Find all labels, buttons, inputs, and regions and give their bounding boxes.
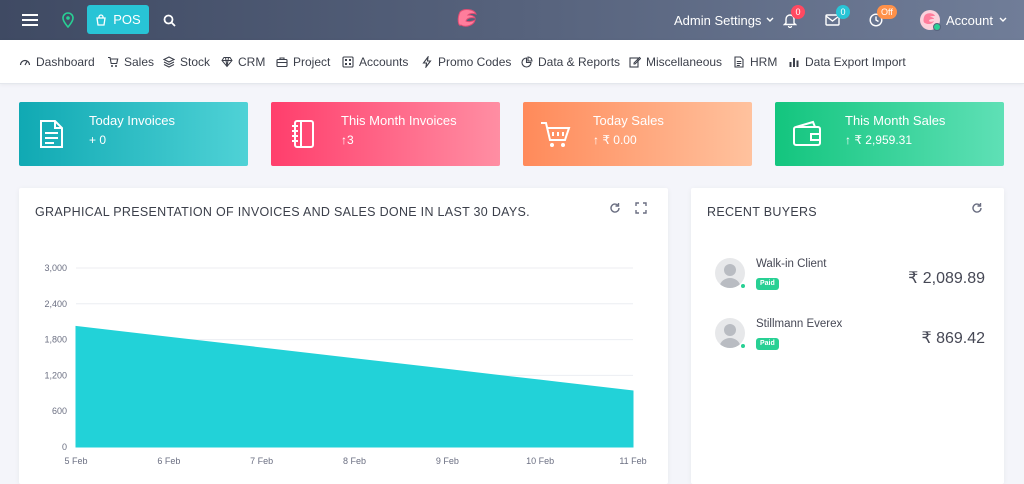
notebook-icon [292,120,314,148]
clock-status-badge: Off [877,5,897,19]
admin-settings-label: Admin Settings [674,12,762,28]
x-tick-label: 10 Feb [526,456,554,466]
nav-item-miscellaneous[interactable]: Miscellaneous [629,40,722,84]
file-icon [734,56,744,68]
y-tick-label: 3,000 [44,263,67,273]
main-navigation: Dashboard Sales Stock CRM Project Accoun… [0,40,1024,84]
cart-icon [108,56,119,67]
shopping-bag-icon [96,13,107,26]
today-sales-card[interactable]: Today Sales ↑ ₹ 0.00 [523,102,752,166]
layers-icon [163,56,175,68]
calculator-icon [342,56,354,68]
menu-icon[interactable] [22,0,44,40]
search-icon[interactable] [163,0,179,40]
card-label: This Month Invoices [341,113,457,128]
messages-count-badge: 0 [836,5,850,19]
chevron-down-icon [766,17,774,22]
top-bar: POS Admin Settings 0 0 Off Account [0,0,1024,40]
edit-icon [629,56,641,68]
area-chart: 0 600 1,200 1,800 2,400 3,000 5 Feb 6 Feb 7 Feb 8… [44,263,646,466]
notifications-count-badge: 0 [791,5,805,19]
card-value: ↑ ₹ 2,959.31 [845,133,913,147]
card-value: ↑ ₹ 0.00 [593,133,637,147]
y-tick-label: 0 [62,442,67,452]
x-tick-label: 8 Feb [343,456,366,466]
buyer-name: Stillmann Everex [756,318,843,330]
account-label: Account [946,12,993,28]
location-pin-icon[interactable] [62,0,78,40]
recent-buyers-panel: RECENT BUYERS Walk-in Client Paid ₹ 2,08… [691,188,1004,484]
this-month-sales-card[interactable]: This Month Sales ↑ ₹ 2,959.31 [775,102,1004,166]
online-status-dot [740,343,746,349]
paid-badge: Paid [756,278,779,290]
y-tick-label: 1,800 [44,335,67,345]
chevron-down-icon [999,17,1007,22]
today-invoices-card[interactable]: Today Invoices + 0 [19,102,248,166]
x-tick-label: 7 Feb [250,456,273,466]
document-icon [40,120,63,148]
nav-item-sales[interactable]: Sales [107,40,154,84]
nav-item-stock[interactable]: Stock [163,40,210,84]
card-label: Today Invoices [89,113,175,128]
y-tick-label: 600 [52,406,67,416]
nav-item-data-export-import[interactable]: Data Export Import [788,40,906,84]
nav-item-accounts[interactable]: Accounts [342,40,408,84]
card-value: + 0 [89,133,107,147]
briefcase-icon [276,57,288,68]
x-tick-label: 6 Feb [157,456,180,466]
card-value: ↑3 [341,133,354,147]
recent-buyers-title: RECENT BUYERS [707,205,817,219]
card-label: Today Sales [593,113,664,128]
nav-item-crm[interactable]: CRM [221,40,265,84]
online-status-dot [740,283,746,289]
x-tick-label: 5 Feb [64,456,87,466]
nav-item-data-reports[interactable]: Data & Reports [521,40,620,84]
refresh-icon[interactable] [971,202,983,214]
dashboard-icon [19,59,31,66]
pie-icon [521,56,533,68]
bolt-icon [422,56,432,68]
admin-settings-dropdown[interactable]: Admin Settings [674,0,774,40]
buyer-name: Walk-in Client [756,258,827,270]
nav-item-promo-codes[interactable]: Promo Codes [421,40,511,84]
invoices-sales-chart-panel: GRAPHICAL PRESENTATION OF INVOICES AND S… [19,188,668,484]
series-area [75,325,634,448]
brand-logo[interactable] [454,0,484,40]
nav-item-dashboard[interactable]: Dashboard [19,40,95,84]
pos-label: POS [113,12,141,27]
account-dropdown[interactable]: Account [920,0,1007,40]
x-tick-label: 11 Feb [619,456,646,466]
y-tick-label: 2,400 [44,299,67,309]
bar-chart-icon [789,58,799,67]
buyer-amount: ₹ 2,089.89 [908,270,985,287]
buyer-row[interactable]: Stillmann Everex Paid ₹ 869.42 [715,318,985,358]
pos-button[interactable]: POS [87,5,149,34]
this-month-invoices-card[interactable]: This Month Invoices ↑3 [271,102,500,166]
wallet-icon [793,120,821,146]
basket-icon [541,122,571,147]
paid-badge: Paid [756,338,779,350]
y-tick-label: 1,200 [44,370,67,380]
x-tick-label: 9 Feb [436,456,459,466]
account-avatar [920,10,941,31]
nav-item-hrm[interactable]: HRM [733,40,777,84]
buyer-row[interactable]: Walk-in Client Paid ₹ 2,089.89 [715,258,985,298]
buyer-amount: ₹ 869.42 [921,330,985,347]
diamond-icon [221,57,233,68]
nav-item-project[interactable]: Project [276,40,330,84]
card-label: This Month Sales [845,113,946,128]
